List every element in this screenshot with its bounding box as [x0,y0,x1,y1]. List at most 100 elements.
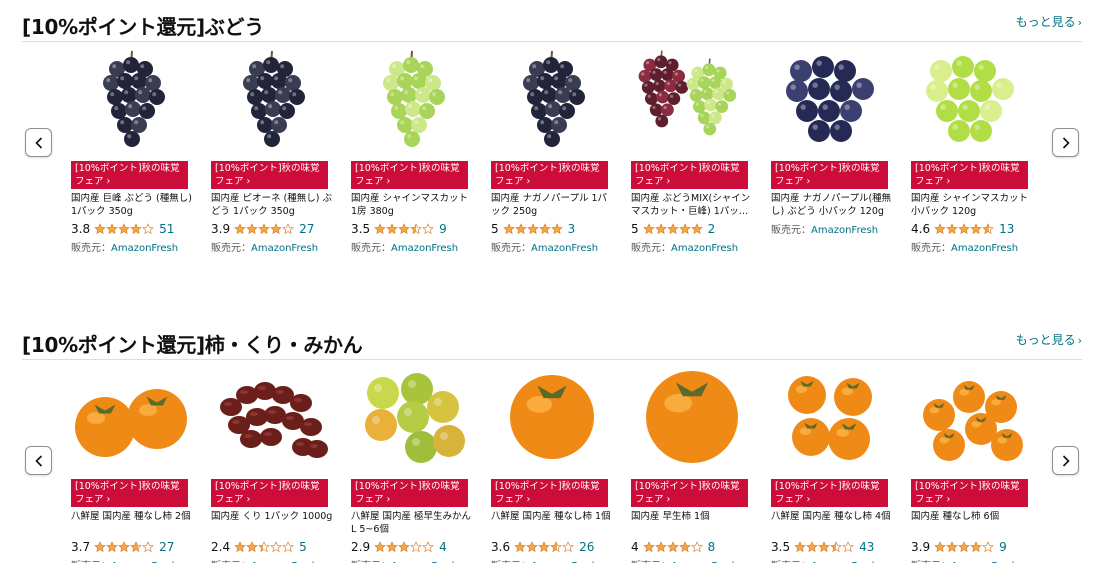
promo-badge[interactable]: [10%ポイント]秋の味覚フェア › [771,161,888,189]
star-rating[interactable] [94,222,154,235]
product-title-link[interactable]: 国内産 ナガノパープル(種無し) ぶどう 小パック 120g [771,193,893,218]
promo-badge[interactable]: [10%ポイント]秋の味覚フェア › [351,479,468,507]
product-card[interactable]: [10%ポイント]秋の味覚フェア › 国内産 くり 1パック 1000g 2.4… [211,367,333,563]
rating-row[interactable]: 5 3 [491,221,613,236]
grapes-green-image[interactable] [351,49,473,149]
star-rating[interactable] [642,222,703,235]
rating-row[interactable]: 3.5 43 [771,539,893,554]
star-rating[interactable] [374,222,434,235]
promo-badge[interactable]: [10%ポイント]秋の味覚フェア › [491,161,608,189]
persimmon-one-image[interactable] [491,367,613,467]
product-title-link[interactable]: 八鮮屋 国内産 種なし柿 4個 [771,511,893,536]
rating-row[interactable]: 2.4 5 [211,539,333,554]
review-count-link[interactable]: 4 [439,540,447,554]
product-card[interactable]: [10%ポイント]秋の味覚フェア › 八鮮屋 国内産 種なし柿 4個 3.5 4… [771,367,893,563]
rating-row[interactable]: 3.9 27 [211,221,333,236]
rating-row[interactable]: 3.9 9 [911,539,1033,554]
product-card[interactable]: [10%ポイント]秋の味覚フェア › 国内産 ナガノパープル(種無し) ぶどう … [771,49,893,236]
persimmon-four-image[interactable] [771,367,893,467]
promo-badge[interactable]: [10%ポイント]秋の味覚フェア › [911,161,1028,189]
product-title-link[interactable]: 国内産 ピオーネ (種無し) ぶどう 1パック 350g [211,193,333,218]
promo-badge[interactable]: [10%ポイント]秋の味覚フェア › [771,479,888,507]
product-card[interactable]: [10%ポイント]秋の味覚フェア › 国内産 シャインマスカット 小パック 12… [911,49,1033,254]
product-card[interactable]: [10%ポイント]秋の味覚フェア › 八鮮屋 国内産 極早生みかんL 5~6個 … [351,367,473,563]
mikan-image[interactable] [351,367,473,467]
star-rating[interactable] [234,222,294,235]
persimmon-six-image[interactable] [911,367,1033,467]
product-card[interactable]: [10%ポイント]秋の味覚フェア › 国内産 ピオーネ (種無し) ぶどう 1パ… [211,49,333,254]
product-title-link[interactable]: 国内産 ぶどうMIX(シャインマスカット・巨峰) 1パッ… [631,193,753,218]
promo-badge[interactable]: [10%ポイント]秋の味覚フェア › [71,479,188,507]
product-card[interactable]: [10%ポイント]秋の味覚フェア › 八鮮屋 国内産 種なし柿 2個 3.7 2… [71,367,193,563]
star-rating[interactable] [234,540,294,553]
rating-row[interactable]: 3.6 26 [491,539,613,554]
product-card[interactable]: [10%ポイント]秋の味覚フェア › 八鮮屋 国内産 種なし柿 1個 3.6 2… [491,367,613,563]
rating-row[interactable]: 2.9 4 [351,539,473,554]
review-count-link[interactable]: 27 [299,222,314,236]
product-title-link[interactable]: 国内産 巨峰 ぶどう (種無し) 1パック 350g [71,193,193,218]
star-rating[interactable] [934,540,994,553]
persimmon-two-image[interactable] [71,367,193,467]
review-count-link[interactable]: 9 [439,222,447,236]
review-count-link[interactable]: 13 [999,222,1014,236]
carousel-prev-button[interactable] [25,446,52,475]
product-title-link[interactable]: 国内産 シャインマスカット 小パック 120g [911,193,1033,218]
product-card[interactable]: [10%ポイント]秋の味覚フェア › 国内産 種なし柿 6個 3.9 9 販売元… [911,367,1033,563]
see-more-link[interactable]: もっと見る › [1016,13,1082,30]
review-count-link[interactable]: 51 [159,222,174,236]
carousel-next-button[interactable] [1052,446,1079,475]
grapes-dark-image[interactable] [491,49,613,149]
star-rating[interactable] [94,540,154,553]
promo-badge[interactable]: [10%ポイント]秋の味覚フェア › [631,479,748,507]
product-card[interactable]: [10%ポイント]秋の味覚フェア › 国内産 ぶどうMIX(シャインマスカット・… [631,49,753,254]
promo-badge[interactable]: [10%ポイント]秋の味覚フェア › [351,161,468,189]
product-title-link[interactable]: 国内産 ナガノパープル 1パック 250g [491,193,613,218]
star-rating[interactable] [794,540,854,553]
promo-badge[interactable]: [10%ポイント]秋の味覚フェア › [911,479,1028,507]
grapes-green-loose-image[interactable] [911,49,1033,149]
persimmon-one-large-image[interactable] [631,367,753,467]
review-count-link[interactable]: 26 [579,540,594,554]
star-rating[interactable] [934,222,994,235]
rating-row[interactable]: 5 2 [631,221,753,236]
product-title-link[interactable]: 八鮮屋 国内産 極早生みかんL 5~6個 [351,511,473,536]
product-card[interactable]: [10%ポイント]秋の味覚フェア › 国内産 早生柿 1個 4 8 販売元：Am… [631,367,753,563]
promo-badge[interactable]: [10%ポイント]秋の味覚フェア › [211,161,328,189]
review-count-link[interactable]: 27 [159,540,174,554]
product-title-link[interactable]: 国内産 くり 1パック 1000g [211,511,333,536]
carousel-next-button[interactable] [1052,128,1079,157]
product-card[interactable]: [10%ポイント]秋の味覚フェア › 国内産 巨峰 ぶどう (種無し) 1パック… [71,49,193,254]
review-count-link[interactable]: 43 [859,540,874,554]
rating-row[interactable]: 4 8 [631,539,753,554]
promo-badge[interactable]: [10%ポイント]秋の味覚フェア › [71,161,188,189]
rating-row[interactable]: 3.5 9 [351,221,473,236]
product-title-link[interactable]: 国内産 早生柿 1個 [631,511,753,536]
rating-row[interactable]: 3.7 27 [71,539,193,554]
review-count-link[interactable]: 2 [708,222,716,236]
star-rating[interactable] [514,540,574,553]
product-card[interactable]: [10%ポイント]秋の味覚フェア › 国内産 ナガノパープル 1パック 250g… [491,49,613,254]
review-count-link[interactable]: 8 [708,540,716,554]
review-count-link[interactable]: 3 [568,222,576,236]
grapes-mix-image[interactable] [631,49,753,149]
product-card[interactable]: [10%ポイント]秋の味覚フェア › 国内産 シャインマスカット 1房 380g… [351,49,473,254]
promo-badge[interactable]: [10%ポイント]秋の味覚フェア › [631,161,748,189]
product-title-link[interactable]: 八鮮屋 国内産 種なし柿 2個 [71,511,193,536]
review-count-link[interactable]: 9 [999,540,1007,554]
carousel-prev-button[interactable] [25,128,52,157]
promo-badge[interactable]: [10%ポイント]秋の味覚フェア › [211,479,328,507]
product-title-link[interactable]: 国内産 シャインマスカット 1房 380g [351,193,473,218]
review-count-link[interactable]: 5 [299,540,307,554]
grapes-dark-image[interactable] [71,49,193,149]
chestnut-image[interactable] [211,367,333,467]
product-title-link[interactable]: 国内産 種なし柿 6個 [911,511,1033,536]
star-rating[interactable] [374,540,434,553]
see-more-link[interactable]: もっと見る › [1016,331,1082,348]
promo-badge[interactable]: [10%ポイント]秋の味覚フェア › [491,479,608,507]
product-title-link[interactable]: 八鮮屋 国内産 種なし柿 1個 [491,511,613,536]
rating-row[interactable]: 3.8 51 [71,221,193,236]
star-rating[interactable] [642,540,703,553]
rating-row[interactable]: 4.6 13 [911,221,1033,236]
grapes-dark-loose-image[interactable] [771,49,893,149]
grapes-dark-image[interactable] [211,49,333,149]
